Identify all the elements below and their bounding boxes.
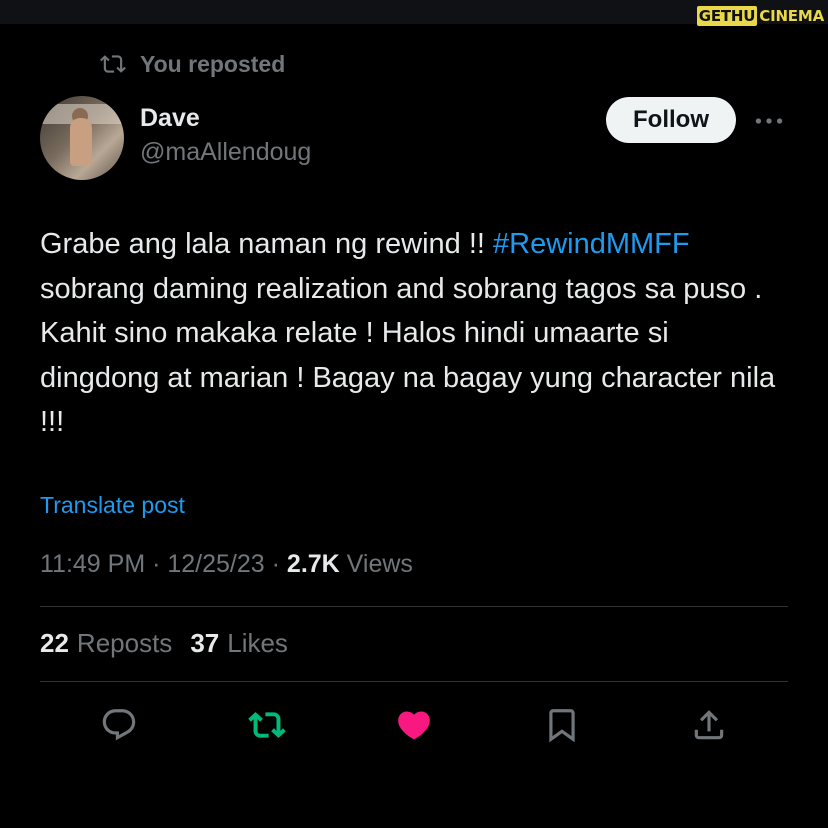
- like-button[interactable]: [389, 700, 439, 750]
- avatar-figure: [70, 118, 92, 166]
- author-name[interactable]: Dave: [140, 104, 200, 133]
- reply-button[interactable]: [94, 700, 144, 750]
- more-options-button[interactable]: [752, 106, 786, 136]
- repost-banner: You reposted: [100, 50, 285, 78]
- repost-banner-label: You reposted: [140, 50, 286, 77]
- channel-watermark: GETHU CINEMA: [696, 6, 824, 26]
- meta-separator: ·: [145, 550, 168, 578]
- bookmark-button[interactable]: [537, 700, 587, 750]
- share-button[interactable]: [684, 700, 734, 750]
- heart-icon: [398, 711, 430, 740]
- divider: [40, 681, 788, 682]
- views-count: 2.7K: [286, 550, 340, 578]
- avatar[interactable]: [40, 96, 124, 180]
- tweet-meta: 11:49 PM · 12/25/23 · 2.7K Views: [40, 550, 413, 579]
- likes-count[interactable]: 37: [190, 628, 219, 659]
- follow-button[interactable]: Follow: [606, 97, 736, 143]
- hashtag-link[interactable]: #RewindMMFF: [493, 228, 690, 260]
- tweet-text-after: sobrang daming realization and sobrang t…: [40, 272, 776, 439]
- author-handle[interactable]: @maAllendoug: [140, 138, 311, 167]
- speech-bubble-icon: [102, 709, 136, 741]
- repost-button[interactable]: [242, 700, 292, 750]
- likes-label[interactable]: Likes: [227, 628, 288, 659]
- action-bar: [0, 700, 828, 750]
- post-date[interactable]: 12/25/23: [167, 550, 264, 579]
- watermark-part-2: CINEMA: [759, 7, 824, 25]
- views-label: Views: [339, 550, 413, 578]
- reposts-count[interactable]: 22: [40, 628, 69, 659]
- repost-icon: [100, 55, 126, 73]
- translate-post-link[interactable]: Translate post: [40, 492, 185, 519]
- ellipsis-icon: [755, 118, 783, 124]
- repost-arrows-icon: [248, 712, 286, 738]
- engagement-stats: 22 Reposts 37 Likes: [40, 628, 288, 659]
- share-upload-icon: [694, 710, 724, 740]
- post-time[interactable]: 11:49 PM: [40, 550, 145, 579]
- tweet-text-before: Grabe ang lala naman ng rewind !!: [40, 228, 493, 260]
- bookmark-icon: [549, 709, 575, 743]
- divider: [40, 606, 788, 607]
- meta-separator: ·: [264, 550, 287, 578]
- tweet-text: Grabe ang lala naman ng rewind !! #Rewin…: [40, 222, 780, 445]
- watermark-part-1: GETHU: [696, 6, 758, 26]
- reposts-label[interactable]: Reposts: [77, 628, 172, 659]
